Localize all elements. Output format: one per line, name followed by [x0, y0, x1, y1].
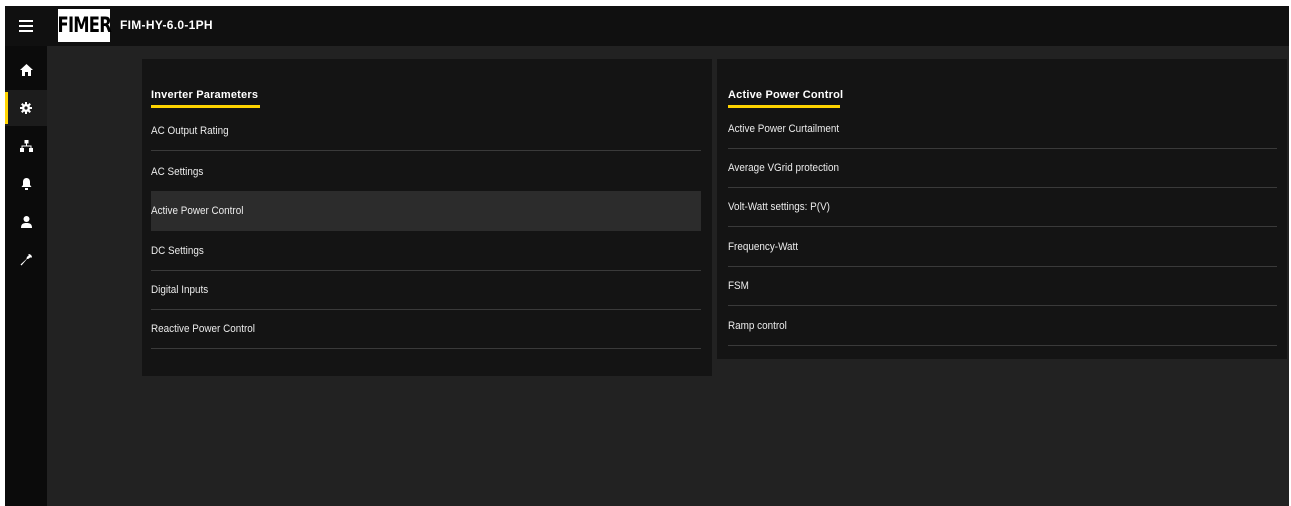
- list-item-volt-watt-settings[interactable]: Volt-Watt settings: P(V): [728, 187, 1277, 227]
- list-item-active-power-curtailment[interactable]: Active Power Curtailment: [728, 109, 1277, 149]
- inverter-parameters-panel: Inverter Parameters AC Output Rating AC …: [142, 59, 712, 376]
- fimer-logo: FIMER: [57, 9, 112, 42]
- list-item-ramp-control[interactable]: Ramp control: [728, 306, 1277, 346]
- sidebar-item-settings[interactable]: [5, 90, 47, 126]
- wrench-icon: [20, 254, 32, 266]
- list-item-average-vgrid-protection[interactable]: Average VGrid protection: [728, 148, 1277, 188]
- sidebar: [5, 46, 47, 506]
- hamburger-menu-icon: [19, 20, 33, 32]
- list-item-active-power-control[interactable]: Active Power Control: [151, 191, 701, 231]
- app-window: FIMER FIM-HY-6.0-1PH Inverter Parameters…: [5, 6, 1289, 506]
- list-item-dc-settings[interactable]: DC Settings: [151, 231, 701, 271]
- sidebar-item-user[interactable]: [5, 204, 47, 240]
- list-item-frequency-watt[interactable]: Frequency-Watt: [728, 227, 1277, 267]
- sidebar-item-network[interactable]: [5, 128, 47, 164]
- sidebar-item-notifications[interactable]: [5, 166, 47, 202]
- inverter-parameters-title: Inverter Parameters: [151, 89, 259, 101]
- top-bar: FIMER FIM-HY-6.0-1PH: [5, 6, 1289, 46]
- sidebar-item-tools[interactable]: [5, 242, 47, 278]
- list-item-ac-output-rating[interactable]: AC Output Rating: [151, 111, 701, 151]
- list-item-reactive-power-control[interactable]: Reactive Power Control: [151, 309, 701, 349]
- user-icon: [20, 216, 32, 228]
- network-icon: [19, 140, 33, 152]
- list-item-digital-inputs[interactable]: Digital Inputs: [151, 270, 701, 310]
- sidebar-item-home[interactable]: [5, 52, 47, 88]
- bell-icon: [21, 178, 31, 190]
- active-power-control-panel: Active Power Control Active Power Curtai…: [717, 59, 1287, 359]
- title-underline: [151, 105, 260, 108]
- home-icon: [19, 64, 33, 76]
- list-item-fsm[interactable]: FSM: [728, 266, 1277, 306]
- active-power-control-title: Active Power Control: [728, 89, 844, 101]
- list-item-ac-settings[interactable]: AC Settings: [151, 152, 701, 192]
- menu-button[interactable]: [5, 6, 47, 46]
- device-name: FIM-HY-6.0-1PH: [120, 18, 213, 32]
- logo-text: FIMER: [57, 13, 111, 37]
- title-underline: [728, 105, 840, 108]
- gear-icon: [20, 102, 32, 114]
